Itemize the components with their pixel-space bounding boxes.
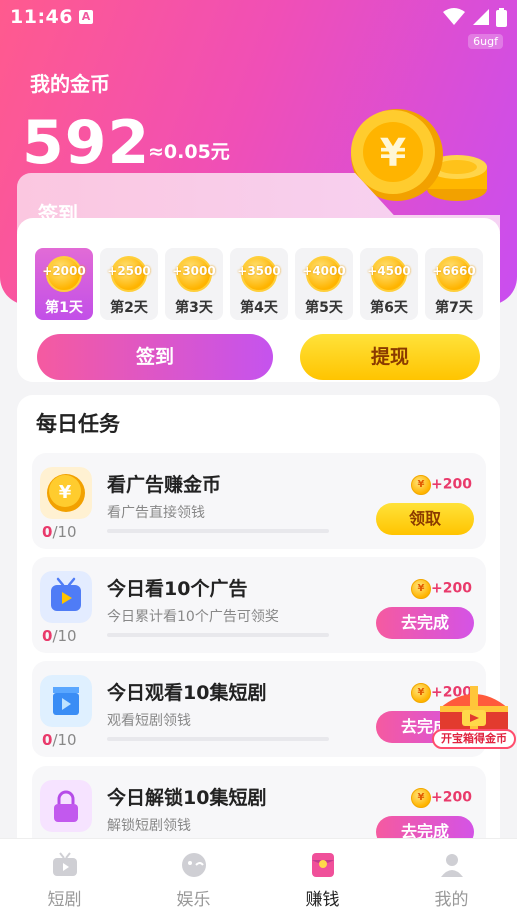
day-label: 第3天 bbox=[175, 300, 213, 316]
checkin-label: 签到 bbox=[38, 202, 78, 226]
checkin-day-2[interactable]: +2500 第2天 bbox=[100, 248, 158, 320]
progress-done: 0 bbox=[42, 731, 53, 749]
wifi-icon bbox=[443, 8, 465, 25]
game-icon bbox=[181, 853, 206, 877]
task-progress-bar bbox=[107, 633, 329, 637]
tv-icon bbox=[40, 571, 92, 623]
progress-done: 0 bbox=[42, 627, 53, 645]
day-label: 第1天 bbox=[45, 300, 83, 316]
progress-total: /10 bbox=[52, 627, 77, 645]
day-reward: +2000 bbox=[42, 264, 86, 278]
task-reward: ¥ +200 bbox=[411, 578, 472, 600]
status-bar: 11:46 A bbox=[0, 0, 517, 36]
checkin-days: +2000 第1天 +2500 第2天 +3000 第3天 +3500 第4天 … bbox=[35, 248, 485, 320]
checkin-day-6[interactable]: +4500 第6天 bbox=[360, 248, 418, 320]
coin-icon: ¥ bbox=[411, 474, 432, 495]
bottom-nav: 短剧 娱乐 赚钱 我的 bbox=[0, 838, 517, 920]
svg-text:¥: ¥ bbox=[59, 482, 72, 503]
day-reward: +2500 bbox=[107, 264, 151, 278]
task-reward: ¥ +200 bbox=[411, 787, 472, 809]
signal-icon bbox=[473, 9, 489, 25]
open-chest-label[interactable]: 开宝箱得金币 bbox=[432, 729, 516, 749]
nav-label: 我的 bbox=[434, 890, 469, 910]
progress-total: /10 bbox=[52, 731, 77, 749]
task-description: 解锁短剧领钱 bbox=[107, 818, 191, 834]
checkin-day-7[interactable]: +6660 第7天 bbox=[425, 248, 483, 320]
task-item-watch-10-episodes: 今日观看10集短剧 观看短剧领钱 0/10 ¥ +200 去完成 bbox=[32, 661, 486, 757]
task-progress: 0/10 bbox=[42, 523, 77, 541]
task-item-watch-ad: ¥ 看广告赚金币 看广告直接领钱 0/10 ¥ +200 领取 bbox=[32, 453, 486, 549]
task-item-watch-10-ads: 今日看10个广告 今日累计看10个广告可领奖 0/10 ¥ +200 去完成 bbox=[32, 557, 486, 653]
gold-coin-icon: ¥ bbox=[40, 467, 92, 519]
svg-text:¥: ¥ bbox=[380, 131, 406, 175]
nav-label: 短剧 bbox=[47, 890, 82, 910]
coin-yuan-equivalent: ≈0.05元 bbox=[148, 141, 230, 163]
task-progress: 0/10 bbox=[42, 627, 77, 645]
progress-total: /10 bbox=[52, 523, 77, 541]
day-reward: +3000 bbox=[172, 264, 216, 278]
coin-icon: ¥ bbox=[411, 787, 432, 808]
task-name: 看广告赚金币 bbox=[107, 474, 222, 496]
task-description: 今日累计看10个广告可领奖 bbox=[107, 609, 279, 625]
task-reward: ¥ +200 bbox=[411, 474, 472, 496]
task-description: 观看短剧领钱 bbox=[107, 713, 191, 729]
task-name: 今日看10个广告 bbox=[107, 578, 248, 600]
checkin-day-5[interactable]: +4000 第5天 bbox=[295, 248, 353, 320]
clapperboard-icon bbox=[40, 675, 92, 727]
day-reward: +4000 bbox=[302, 264, 346, 278]
day-reward: +6660 bbox=[432, 264, 476, 278]
coin-icon: ¥ bbox=[411, 578, 432, 599]
day-label: 第7天 bbox=[435, 300, 473, 316]
notification-a-icon: A bbox=[79, 10, 93, 24]
reward-amount: +200 bbox=[431, 789, 472, 806]
task-progress: 0/10 bbox=[42, 731, 77, 749]
lock-icon bbox=[40, 780, 92, 832]
task-description: 看广告直接领钱 bbox=[107, 505, 205, 521]
reward-amount: +200 bbox=[431, 476, 472, 493]
day-label: 第5天 bbox=[305, 300, 343, 316]
user-icon bbox=[440, 854, 463, 877]
status-time: 11:46 bbox=[10, 6, 73, 28]
checkin-day-1[interactable]: +2000 第1天 bbox=[35, 248, 93, 320]
task-name: 今日解锁10集短剧 bbox=[107, 787, 267, 809]
nav-label: 娱乐 bbox=[176, 890, 211, 910]
claim-button[interactable]: 领取 bbox=[376, 503, 474, 535]
progress-done: 0 bbox=[42, 523, 53, 541]
task-progress-bar bbox=[107, 737, 329, 741]
checkin-day-4[interactable]: +3500 第4天 bbox=[230, 248, 288, 320]
task-name: 今日观看10集短剧 bbox=[107, 682, 267, 704]
page-title: 我的金币 bbox=[30, 72, 110, 96]
day-reward: +4500 bbox=[367, 264, 411, 278]
day-label: 第6天 bbox=[370, 300, 408, 316]
checkin-day-3[interactable]: +3000 第3天 bbox=[165, 248, 223, 320]
nav-item-earn[interactable]: 赚钱 bbox=[258, 839, 387, 920]
day-reward: +3500 bbox=[237, 264, 281, 278]
go-complete-button[interactable]: 去完成 bbox=[376, 607, 474, 639]
coin-icon: ¥ bbox=[411, 682, 432, 703]
nav-item-mine[interactable]: 我的 bbox=[387, 839, 516, 920]
day-label: 第4天 bbox=[240, 300, 278, 316]
build-tag: 6ugf bbox=[468, 34, 503, 49]
daily-tasks-title: 每日任务 bbox=[36, 412, 120, 436]
nav-item-entertainment[interactable]: 娱乐 bbox=[129, 839, 258, 920]
task-progress-bar bbox=[107, 529, 329, 533]
nav-item-drama[interactable]: 短剧 bbox=[0, 839, 129, 920]
sign-in-button[interactable]: 签到 bbox=[37, 334, 273, 380]
coin-balance: 592 bbox=[22, 108, 151, 178]
day-label: 第2天 bbox=[110, 300, 148, 316]
battery-icon bbox=[496, 8, 507, 27]
withdraw-button[interactable]: 提现 bbox=[300, 334, 480, 380]
tv-icon bbox=[52, 852, 77, 876]
reward-amount: +200 bbox=[431, 580, 472, 597]
red-envelope-icon bbox=[311, 853, 334, 877]
nav-label: 赚钱 bbox=[305, 890, 340, 910]
